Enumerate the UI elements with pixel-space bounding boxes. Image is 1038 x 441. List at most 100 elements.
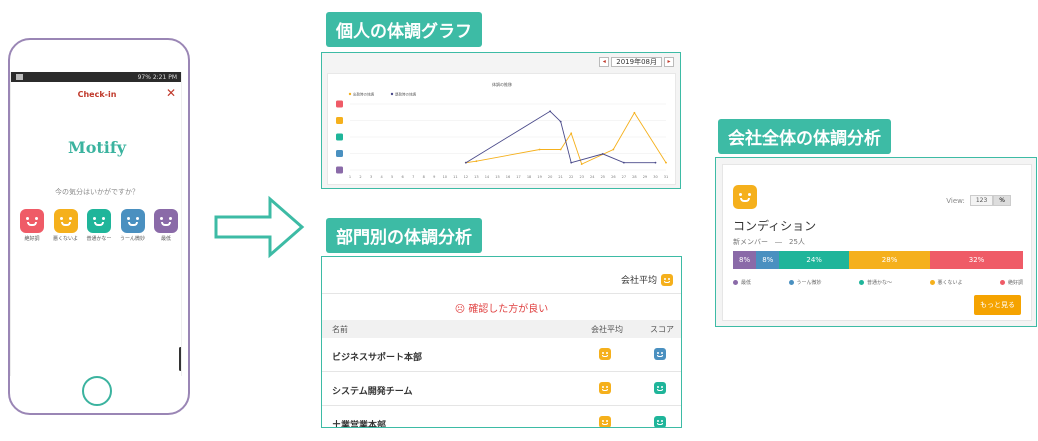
condition-segment: 8% [756, 251, 780, 269]
legend-item: うーん微妙 [788, 279, 822, 286]
data-point [475, 160, 478, 163]
app-logo: Motify [67, 138, 127, 157]
x-tick-label: 14 [485, 175, 490, 179]
view-percent-button[interactable]: % [993, 195, 1011, 206]
condition-stacked-bar: 8% 8% 24% 28% 32% [733, 251, 1023, 269]
department-name: 土業営業本部 [332, 421, 387, 428]
data-point [549, 110, 552, 113]
data-point [570, 132, 573, 135]
chevron-left-icon[interactable]: ◂ [599, 57, 610, 67]
chevron-right-icon[interactable]: ▸ [664, 57, 674, 67]
x-tick-label: 19 [537, 175, 541, 179]
smile-face-icon [733, 185, 757, 209]
view-label: View: [946, 196, 965, 205]
condition-segment: 28% [848, 251, 931, 269]
x-tick-label: 4 [380, 175, 383, 179]
mood-selector: 絶好調 悪くないよ 普通かなー うーん微妙 最低 [19, 209, 179, 242]
x-tick-label: 12 [464, 175, 468, 179]
x-tick-label: 22 [569, 175, 573, 179]
data-point [559, 120, 562, 123]
scrollbar[interactable] [179, 347, 181, 371]
close-icon[interactable]: ✕ [166, 86, 176, 100]
data-point [580, 163, 583, 166]
smile-face-icon [661, 273, 673, 286]
mood-question: 今の気分はいかがですか？ [55, 188, 139, 196]
mood-label: 普通かなー [86, 236, 112, 242]
table-row[interactable]: システム開発チーム [322, 372, 681, 406]
home-button[interactable] [82, 376, 112, 406]
mood-option[interactable]: 普通かなー [86, 209, 112, 242]
condition-legend: 最低 うーん微妙 普通かな～ 悪くないよ 絶好調 [733, 279, 1023, 286]
month-selector: ◂ 2019年08月 ▸ [599, 57, 674, 67]
view-toggle: View: 123 % [946, 195, 1011, 206]
legend-dot [733, 280, 738, 285]
company-card: View: 123 % コンディション 新メンバー ― 25人 8% 8% 24% 2… [722, 164, 1032, 321]
mood-option[interactable]: 最低 [153, 209, 179, 242]
condition-title: コンディション [733, 219, 817, 233]
x-tick-label: 13 [474, 175, 478, 179]
legend-dot [788, 280, 794, 285]
arrow-right-icon [214, 195, 305, 259]
new-members: 新メンバー ― 25人 [733, 238, 805, 246]
company-analysis-title: 会社全体の体調分析 [718, 119, 891, 154]
header-name: 名前 [332, 325, 348, 334]
mood-option[interactable]: 絶好調 [19, 209, 45, 242]
legend-item: 悪くないよ [929, 279, 963, 286]
warning-label: 確認した方が良い [468, 304, 549, 315]
status-text: 97% 2:21 PM [137, 73, 177, 81]
image-icon [16, 74, 23, 80]
data-point [601, 152, 604, 155]
company-average: 会社平均 [621, 273, 673, 286]
x-tick-label: 24 [590, 175, 595, 179]
x-tick-label: 23 [579, 175, 583, 179]
month-label: 2019年08月 [611, 57, 662, 67]
x-tick-label: 28 [632, 175, 636, 179]
x-tick-label: 18 [527, 175, 531, 179]
score-face-icon [654, 382, 666, 394]
level-face-icon [336, 100, 343, 108]
legend-item: 普通かな～ [859, 279, 892, 286]
data-point [559, 148, 562, 151]
smile-face-icon [53, 209, 78, 233]
x-tick-label: 3 [370, 175, 372, 179]
mood-option[interactable]: 悪くないよ [53, 209, 79, 242]
data-point [570, 161, 573, 164]
warning-face-icon: ☹ [454, 304, 466, 315]
level-face-icon [336, 150, 343, 157]
condition-segment: 24% [779, 251, 849, 269]
table-header: 名前 会社平均 スコア [322, 320, 681, 338]
table-row[interactable]: ビジネスサポート本部 [322, 338, 681, 372]
mood-option[interactable]: うーん微妙 [120, 209, 146, 242]
table-row[interactable]: 土業営業本部 [322, 406, 681, 428]
x-tick-label: 1 [349, 175, 351, 179]
dead-face-icon [154, 209, 178, 233]
legend-dot [929, 280, 935, 285]
status-bar: 97% 2:21 PM [11, 72, 181, 82]
level-face-icon [336, 133, 343, 141]
legend-label: 出勤時の体調 [353, 92, 374, 97]
legend-label: 悪くないよ [937, 280, 963, 286]
x-tick-label: 8 [423, 175, 425, 179]
company-average-label: 会社平均 [620, 276, 657, 286]
more-button[interactable]: もっと見る [974, 295, 1021, 315]
data-point [654, 161, 657, 164]
x-tick-label: 25 [601, 175, 605, 179]
x-tick-label: 15 [495, 175, 499, 179]
x-tick-label: 27 [622, 175, 626, 179]
average-face-icon [599, 382, 611, 394]
mood-label: 最低 [160, 236, 171, 242]
score-face-icon [654, 348, 666, 360]
neutral-face-icon [87, 209, 111, 233]
view-count-button[interactable]: 123 [969, 195, 994, 206]
graph-area: 体調の推移 出勤時の体調 退勤時の体調 1 2 3 4 5 6 7 8 9 10 11 12 13 14 15 16… [327, 73, 676, 185]
x-tick-label: 31 [664, 175, 668, 179]
warning-filter[interactable]: ☹ 確認した方が良い [322, 300, 681, 315]
meh-face-icon [120, 209, 145, 233]
header-score: スコア [650, 325, 674, 334]
x-tick-label: 2 [359, 175, 361, 179]
data-point [633, 111, 636, 114]
average-face-icon [599, 416, 611, 427]
data-point [538, 148, 541, 151]
department-analysis-title: 部門別の体調分析 [326, 218, 482, 253]
legend-dot [999, 280, 1005, 285]
